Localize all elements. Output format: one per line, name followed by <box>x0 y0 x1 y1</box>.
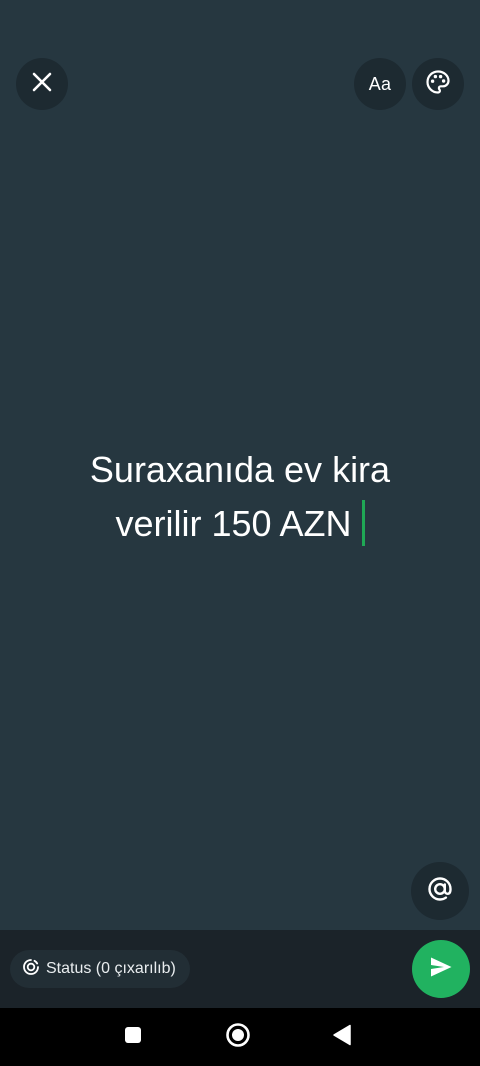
status-text-input[interactable]: Suraxanıda ev kira verilir 150 AZN <box>40 443 440 551</box>
background-color-button[interactable] <box>412 58 464 110</box>
close-button[interactable] <box>16 58 68 110</box>
status-audience-button[interactable]: Status (0 çıxarılıb) <box>10 950 190 988</box>
recents-button[interactable] <box>103 1008 163 1066</box>
text-caret <box>361 500 365 546</box>
system-navigation-bar <box>0 1008 480 1066</box>
square-icon <box>124 1026 142 1049</box>
palette-icon <box>425 69 451 100</box>
status-audience-label: Status (0 çıxarılıb) <box>46 960 176 977</box>
status-text-line-2-content: verilir 150 AZN <box>115 503 352 544</box>
circle-icon <box>225 1022 251 1053</box>
status-ring-icon <box>22 958 40 981</box>
send-button[interactable] <box>412 940 470 998</box>
mention-button[interactable] <box>411 862 469 920</box>
status-text-line-2: verilir 150 AZN <box>40 497 440 551</box>
back-button[interactable] <box>312 1008 372 1066</box>
font-style-icon: Aa <box>368 73 392 94</box>
close-icon <box>31 71 53 98</box>
triangle-back-icon <box>332 1024 352 1051</box>
home-button[interactable] <box>208 1008 268 1066</box>
at-sign-icon <box>426 875 454 908</box>
status-text-line-1: Suraxanıda ev kira <box>89 449 391 490</box>
send-icon <box>429 956 453 983</box>
font-style-button[interactable]: Aa <box>354 58 406 110</box>
